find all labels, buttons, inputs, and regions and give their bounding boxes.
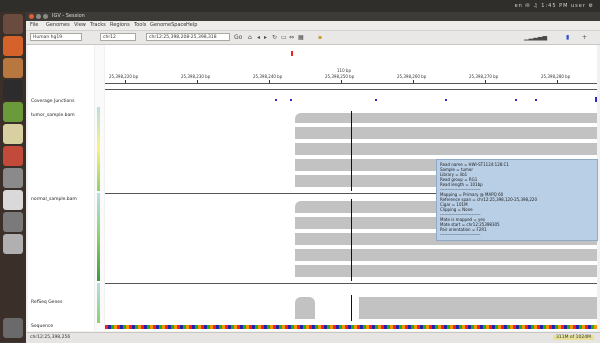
zoom-slider-icon[interactable]: ▁▂▃▄▅ [524, 34, 547, 41]
menu-view[interactable]: View [74, 22, 86, 28]
window-title: IGV - Session [52, 13, 85, 19]
read-block[interactable] [295, 143, 597, 155]
popup-text-icon[interactable]: ▦ [298, 34, 304, 41]
minimize-window-button[interactable] [36, 14, 41, 19]
menu-genomes[interactable]: Genomes [46, 22, 70, 28]
track-name-refseq[interactable]: RefSeq Genes [31, 300, 62, 305]
go-button[interactable]: Go [234, 34, 242, 41]
variant-column-marker [351, 295, 352, 321]
text-editor-icon[interactable] [3, 190, 23, 210]
attribute-color-tumor [97, 107, 100, 191]
ruler-tick-label: 25,398,270 bp [469, 74, 499, 79]
refseq-track[interactable] [105, 285, 597, 323]
ruler: 25,398,220 bp 25,398,230 bp 25,398,240 b… [105, 45, 597, 89]
terminal-icon[interactable] [3, 80, 23, 100]
menu-tools[interactable]: Tools [134, 22, 146, 28]
back-icon[interactable]: ◂ [257, 34, 260, 41]
spreadsheet-icon[interactable] [3, 102, 23, 122]
maximize-window-button[interactable] [43, 14, 48, 19]
ruler-tick-label: 25,398,240 bp [253, 74, 283, 79]
track-name-panel: Coverage Junctions tumor_sample.bam norm… [28, 45, 94, 331]
system-tray[interactable]: en ✉ ♫ 1:45 PM user ⚙ [515, 3, 594, 9]
software-center-icon[interactable] [3, 146, 23, 166]
read-details-popup[interactable]: Read name = HWI-ST1124:128:C1 Sample = t… [436, 159, 598, 241]
window-titlebar: IGV - Session [26, 12, 600, 21]
attribute-color-normal [97, 193, 100, 281]
document-icon[interactable] [3, 124, 23, 144]
dash-icon[interactable] [3, 14, 23, 34]
read-block[interactable] [295, 297, 315, 319]
toolbar: Human hg19 chr12 chr12:25,398,208-25,398… [26, 31, 600, 45]
menu-genomespace[interactable]: GenomeSpace [150, 22, 186, 28]
attribute-panel [95, 45, 104, 331]
menu-help[interactable]: Help [186, 22, 197, 28]
igv-window: IGV - Session File Genomes View Tracks R… [26, 12, 600, 343]
track-name-tumor[interactable]: tumor_sample.bam [31, 113, 75, 118]
chromosome-ideogram-marker[interactable] [291, 51, 293, 56]
track-name-sequence[interactable]: Sequence [31, 324, 53, 329]
data-panel: 25,398,220 bp 25,398,230 bp 25,398,240 b… [105, 45, 598, 331]
firefox-icon[interactable] [3, 36, 23, 56]
resize-icon[interactable]: ⇔ [289, 34, 294, 41]
variant-column-marker [351, 111, 352, 191]
system-top-bar: en ✉ ♫ 1:45 PM user ⚙ [0, 0, 600, 12]
read-block[interactable] [359, 297, 597, 319]
close-window-button[interactable] [29, 14, 34, 19]
read-block[interactable] [295, 265, 597, 277]
ruler-tick-label: 25,398,280 bp [541, 74, 571, 79]
ruler-tick-label: 25,398,260 bp [397, 74, 427, 79]
attribute-color-refseq [97, 283, 100, 323]
menu-regions[interactable]: Regions [110, 22, 130, 28]
zoom-in-icon[interactable]: ▮ [566, 34, 569, 41]
ruler-tick-label: 25,398,230 bp [181, 74, 211, 79]
workspaces-icon[interactable] [3, 212, 23, 232]
track-name-normal[interactable]: normal_sample.bam [31, 197, 77, 202]
ruler-tick-label: 25,398,250 bp [325, 74, 355, 79]
reference-sequence-track[interactable] [105, 325, 597, 329]
settings-icon[interactable] [3, 168, 23, 188]
launcher [0, 12, 26, 342]
read-block[interactable] [295, 113, 597, 123]
ruler-tick-label: 25,398,220 bp [109, 74, 139, 79]
zoom-plus-icon[interactable]: + [582, 34, 587, 41]
read-block[interactable] [295, 249, 597, 261]
comment-icon[interactable]: ▪ [318, 34, 322, 41]
menu-bar: File Genomes View Tracks Regions Tools G… [26, 21, 600, 31]
trash-icon[interactable] [3, 318, 23, 338]
forward-icon[interactable]: ▸ [264, 34, 267, 41]
locus-input[interactable]: chr12:25,398,208-25,398,318 [146, 33, 230, 41]
status-locus: chr12:25,398,256 [30, 335, 71, 340]
track-name-coverage[interactable]: Coverage Junctions [31, 99, 74, 104]
refresh-icon[interactable]: ↻ [272, 34, 277, 41]
home-icon[interactable]: ⌂ [248, 34, 252, 41]
ruler-center-label: 110 bp [337, 68, 351, 73]
popup-line: ---------------------------- [440, 232, 481, 237]
read-block[interactable] [295, 127, 597, 139]
status-bar: chr12:25,398,256 311M of 1024M [26, 332, 600, 343]
variant-column-marker [351, 199, 352, 281]
coverage-track[interactable] [105, 91, 597, 107]
status-memory: 311M of 1024M [552, 335, 594, 340]
roi-icon[interactable]: ▭ [281, 34, 287, 41]
igv-icon[interactable] [3, 234, 23, 254]
menu-file[interactable]: File [30, 22, 38, 28]
menu-tracks[interactable]: Tracks [90, 22, 106, 28]
genome-select[interactable]: Human hg19 [30, 33, 82, 41]
chromosome-select[interactable]: chr12 [100, 33, 136, 41]
files-icon[interactable] [3, 58, 23, 78]
